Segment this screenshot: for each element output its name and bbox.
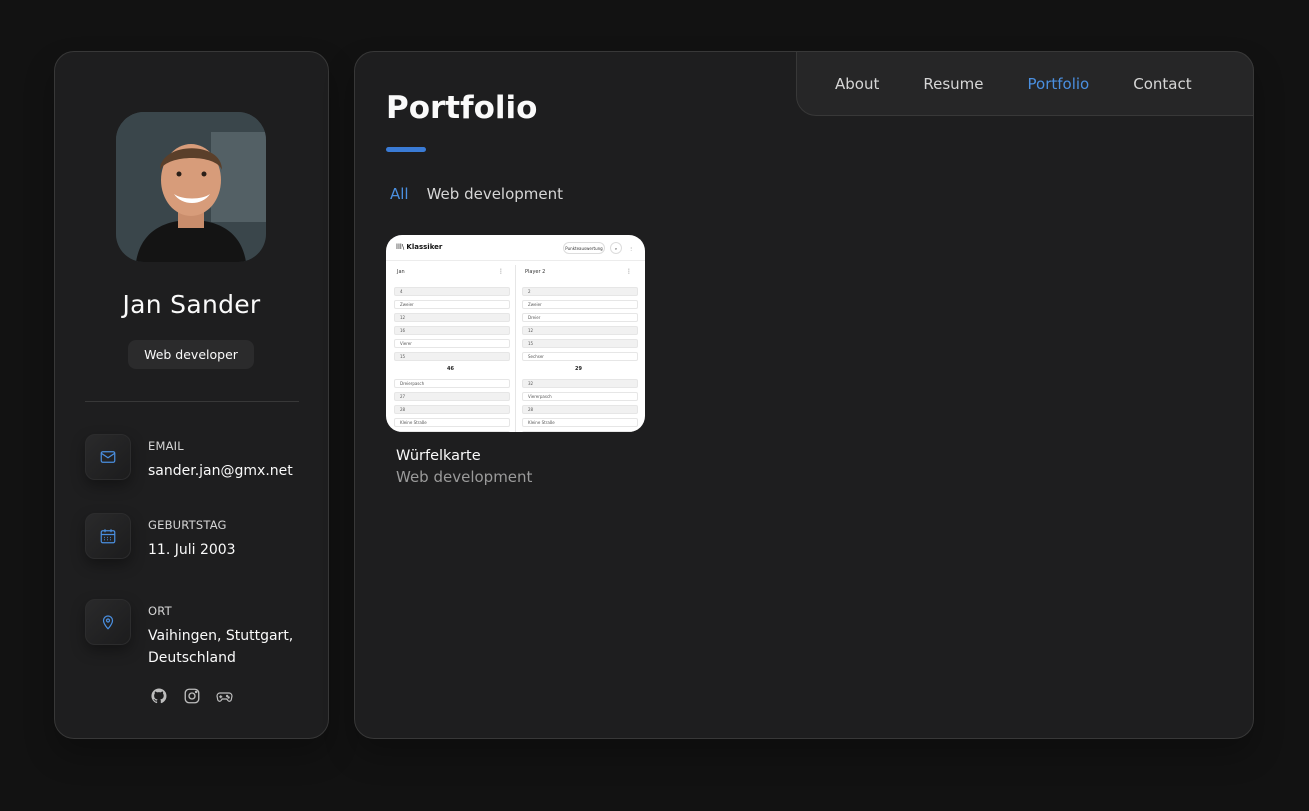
mock-row: 27 — [394, 392, 510, 401]
mock-row: 16 — [394, 326, 510, 335]
mock-row: Kleine Straße — [394, 418, 510, 427]
mock-app-logo: lll\ Klassiker — [396, 243, 443, 251]
mock-row: Sechser — [522, 352, 638, 361]
social-links — [55, 686, 328, 705]
mock-app-name: Klassiker — [406, 243, 443, 251]
mock-row: 32 — [522, 379, 638, 388]
gamepad-icon[interactable] — [215, 686, 234, 705]
mock-more-icon: ⋮ — [629, 245, 633, 251]
mock-sum: 46 — [447, 366, 454, 372]
mock-evaluate-button: Punkteauswertung — [563, 242, 605, 254]
contact-label: Geburtstag — [148, 518, 227, 532]
mock-row: Dreier — [522, 313, 638, 322]
contact-label: Email — [148, 439, 184, 453]
project-card[interactable]: lll\ Klassiker Punkteauswertung ⌕ ⋮ Jan … — [386, 235, 645, 486]
page-title: Portfolio — [386, 90, 538, 126]
mock-divider — [515, 265, 516, 432]
birthday-value: 11. Juli 2003 — [148, 542, 236, 558]
mock-more-icon: ⋮ — [498, 268, 504, 275]
mock-row: 28 — [522, 405, 638, 414]
mock-player-column: Jan ⋮ 4 Zweier 12 16 Vierer 15 46 Dreier… — [389, 265, 512, 432]
mock-row: Zweier — [394, 300, 510, 309]
title-underline — [386, 147, 426, 152]
mock-app-header: lll\ Klassiker Punkteauswertung ⌕ ⋮ — [386, 235, 645, 261]
filter-web-development[interactable]: Web development — [427, 185, 563, 203]
mock-row: 28 — [394, 405, 510, 414]
navbar: About Resume Portfolio Contact — [796, 51, 1254, 116]
main-content: About Resume Portfolio Contact Portfolio… — [354, 51, 1254, 739]
mock-sum: 29 — [575, 366, 582, 372]
mock-row: 40 — [394, 431, 510, 432]
avatar — [116, 112, 266, 262]
location-value: Vaihingen, Stuttgart, Deutschland — [148, 628, 294, 666]
project-title: Würfelkarte — [396, 448, 481, 464]
nav-portfolio[interactable]: Portfolio — [1028, 75, 1090, 93]
mock-row: Dreierpasch — [394, 379, 510, 388]
profile-sidebar: Jan Sander Web developer Email sander.ja… — [54, 51, 329, 739]
calendar-icon — [85, 513, 131, 559]
project-category: Web development — [396, 468, 533, 486]
nav-about[interactable]: About — [835, 75, 879, 93]
project-thumbnail[interactable]: lll\ Klassiker Punkteauswertung ⌕ ⋮ Jan … — [386, 235, 645, 432]
filter-list: All Web development — [390, 185, 563, 203]
mock-row: 12 — [394, 313, 510, 322]
instagram-icon[interactable] — [182, 686, 201, 705]
email-link[interactable]: sander.jan@gmx.net — [148, 460, 318, 482]
mock-row: 4 — [394, 287, 510, 296]
mock-row: Vierer — [394, 339, 510, 348]
sidebar-separator — [85, 401, 299, 402]
mock-row: Zweier — [522, 300, 638, 309]
mock-row: 2 — [522, 287, 638, 296]
mock-row: 12 — [522, 326, 638, 335]
mock-row: 15 — [522, 339, 638, 348]
mock-row: Viererpasch — [522, 392, 638, 401]
location-pin-icon — [85, 599, 131, 645]
mock-search-icon: ⌕ — [610, 242, 622, 254]
mail-icon — [85, 434, 131, 480]
mock-row: Kleine Straße — [522, 418, 638, 427]
mock-row: 15 — [394, 352, 510, 361]
profile-title-badge: Web developer — [128, 340, 254, 369]
profile-name: Jan Sander — [122, 290, 261, 319]
mock-player-name: Jan — [397, 269, 405, 275]
mock-player-name: Player 2 — [525, 269, 546, 275]
nav-resume[interactable]: Resume — [923, 75, 983, 93]
mock-player-column: Player 2 ⋮ 2 Zweier Dreier 12 15 Sechser… — [517, 265, 640, 432]
mock-more-icon: ⋮ — [626, 268, 632, 275]
filter-all[interactable]: All — [390, 185, 409, 203]
github-icon[interactable] — [149, 686, 168, 705]
mock-row: 40 — [522, 431, 638, 432]
contact-label: Ort — [148, 604, 172, 618]
nav-contact[interactable]: Contact — [1133, 75, 1191, 93]
